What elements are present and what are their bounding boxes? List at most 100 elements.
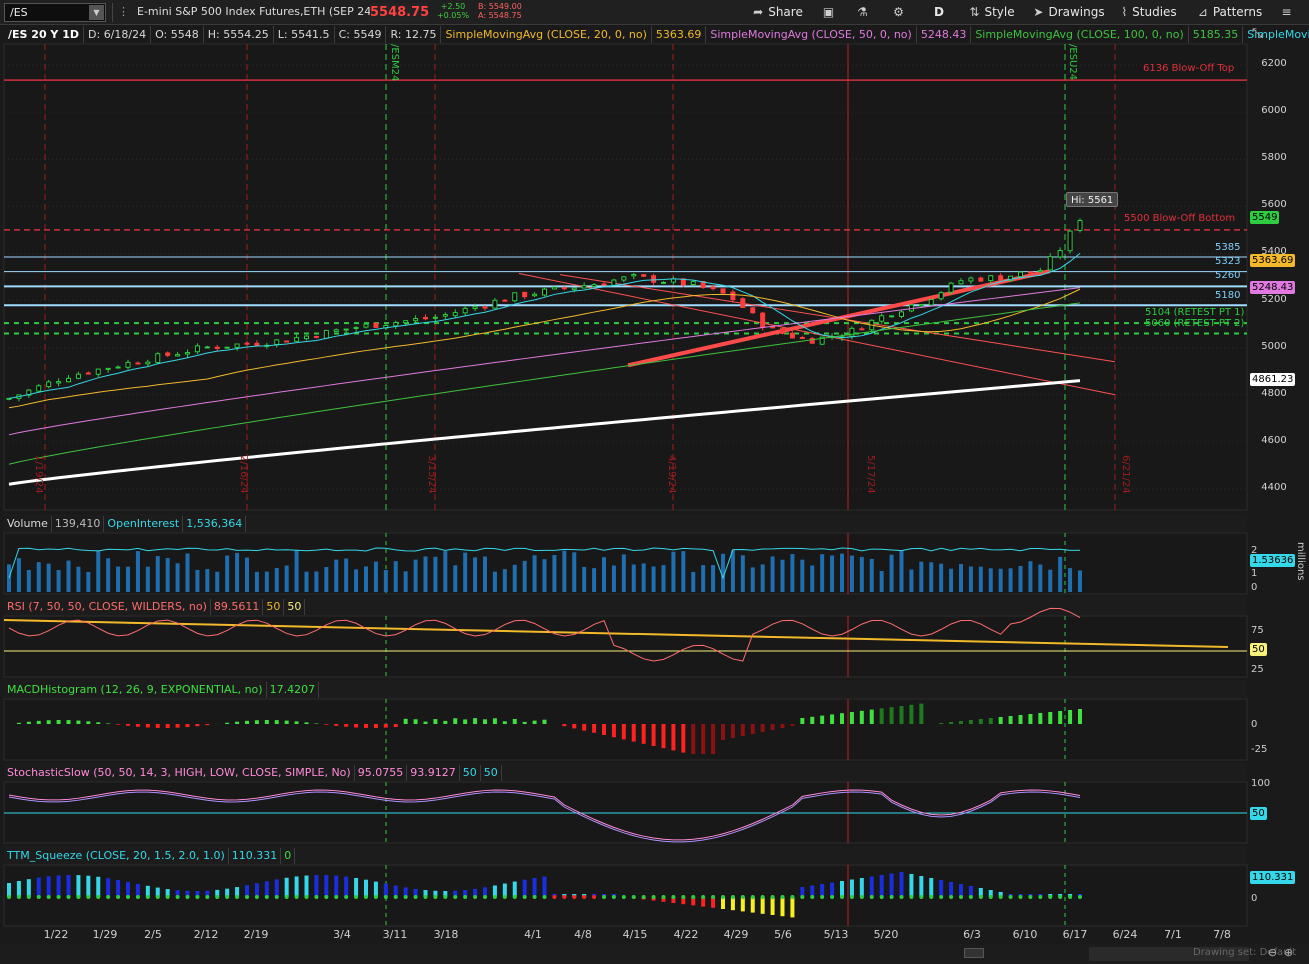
stoch-label[interactable]: StochasticSlow (50, 50, 14, 3, HIGH, LOW… [4, 765, 355, 781]
date-marker-2: 2/16/24 [238, 455, 249, 494]
date-axis-label: 1/29 [92, 928, 118, 941]
volume-bar [691, 571, 696, 592]
ttm-squeeze-dot [36, 895, 41, 899]
candle-body [611, 279, 617, 286]
candle-body [66, 377, 71, 383]
zoom-in-icon[interactable]: ⊕ [1284, 946, 1293, 959]
date-axis-label: 2/12 [193, 928, 219, 941]
scroll-handle[interactable] [964, 948, 984, 958]
macd-label[interactable]: MACDHistogram (12, 26, 9, EXPONENTIAL, n… [4, 682, 267, 698]
ttm-bar [740, 897, 745, 912]
price-axis-label: 4800 [1261, 387, 1287, 399]
macd-histogram-bar [1028, 714, 1033, 724]
ttm-squeeze-dot [383, 895, 388, 899]
date-axis-label: 5/6 [774, 928, 792, 941]
ttm-label[interactable]: TTM_Squeeze (CLOSE, 20, 1.5, 2.0, 1.0) [4, 848, 229, 864]
rsi-header: RSI (7, 50, 50, CLOSE, WILDERS, no) 89.56… [4, 599, 306, 615]
ttm-squeeze-dot [730, 895, 735, 899]
ttm-squeeze-dot [949, 895, 954, 899]
volume-bar [572, 552, 577, 592]
ttm-squeeze-dot [641, 895, 646, 899]
ttm-squeeze-dot [602, 895, 606, 899]
sma200-tag: 4861.23 [1250, 373, 1296, 386]
date-marker-6: 6/21/24 [1120, 455, 1131, 494]
macd-histogram-bar [225, 722, 230, 724]
volume-bar [334, 559, 339, 592]
ttm-bar [66, 875, 71, 897]
volume-bar [463, 552, 468, 592]
macd-histogram-bar [760, 724, 765, 732]
candle-body [442, 314, 448, 317]
date-axis-label: 7/8 [1213, 928, 1231, 941]
volume-bar [403, 571, 408, 592]
esm24-label: /ESM24 [389, 44, 400, 82]
macd-histogram-bar [1058, 711, 1063, 724]
macd-histogram-bar [879, 708, 884, 724]
rsi-label[interactable]: RSI (7, 50, 50, CLOSE, WILDERS, no) [4, 599, 211, 615]
candle-body [115, 366, 121, 369]
level-5180-label: 5180 [1215, 290, 1241, 301]
oi-value: 1,536,364 [183, 516, 247, 532]
macd-histogram-bar [135, 724, 140, 727]
last-price-tag: 5549 [1250, 211, 1280, 224]
ttm-squeeze-dot [492, 895, 497, 899]
candle-body [155, 353, 161, 364]
ttm-squeeze-dot [592, 895, 597, 899]
ttm-bar [26, 879, 31, 897]
date-marker-5: 5/17/24 [865, 455, 876, 494]
macd-histogram-bar [443, 720, 448, 724]
volume-bar [750, 567, 755, 592]
zoom-out-icon[interactable]: ⊖ [1268, 946, 1277, 959]
ttm-squeeze-dot [939, 895, 944, 899]
macd-histogram-bar [334, 724, 339, 726]
ttm-squeeze-dot [919, 895, 924, 899]
candle-body [670, 278, 676, 283]
candle-body [274, 339, 280, 345]
candle-body [462, 307, 468, 314]
ttm-bar [116, 879, 121, 897]
macd-histogram-bar [711, 724, 716, 754]
ttm-bar [334, 875, 339, 897]
ttm-squeeze-dot [750, 895, 755, 899]
ttm-squeeze-dot [403, 895, 408, 899]
ttm-squeeze-dot [116, 895, 121, 899]
candle-body [789, 332, 795, 339]
macd-value: 17.4207 [267, 682, 320, 698]
date-axis-label: 6/24 [1112, 928, 1138, 941]
macd-histogram-bar [423, 721, 428, 724]
ttm-bar [830, 882, 835, 897]
ttm-squeeze-dot [959, 895, 963, 899]
volume-bar [939, 563, 944, 592]
oi-label[interactable]: OpenInterest [104, 516, 184, 532]
volume-bar [879, 571, 884, 592]
candle-body [145, 361, 151, 365]
date-axis-label: 3/18 [433, 928, 459, 941]
macd-histogram-bar [780, 724, 785, 728]
chart-canvas[interactable] [0, 0, 1309, 964]
volume-bar [820, 554, 825, 592]
volume-bar [245, 557, 249, 592]
volume-bar [235, 552, 240, 592]
macd-histogram-bar [473, 718, 478, 724]
candle-body [363, 323, 369, 328]
vol-unit: millions [1295, 542, 1306, 581]
candle-body [214, 346, 220, 349]
macd-histogram-bar [869, 709, 874, 724]
ttm-bar [16, 881, 21, 897]
ttm-bar [373, 881, 378, 897]
candle-body [998, 275, 1004, 281]
candle-body [105, 367, 111, 370]
ttm-squeeze-dot [1008, 895, 1013, 899]
ttm-squeeze-dot [651, 895, 656, 899]
macd-histogram-bar [691, 724, 696, 754]
macd-histogram-bar [56, 720, 61, 724]
volume-label[interactable]: Volume [4, 516, 52, 532]
date-axis-label: 4/15 [622, 928, 648, 941]
ttm-squeeze-dot [968, 895, 973, 899]
ttm-squeeze-dot [463, 895, 468, 899]
ttm-bar [274, 879, 279, 897]
volume-bar [1078, 570, 1082, 592]
ttm-squeeze-dot [453, 895, 458, 899]
stoch-os: 50 [481, 765, 502, 781]
date-axis-label: 1/22 [43, 928, 69, 941]
